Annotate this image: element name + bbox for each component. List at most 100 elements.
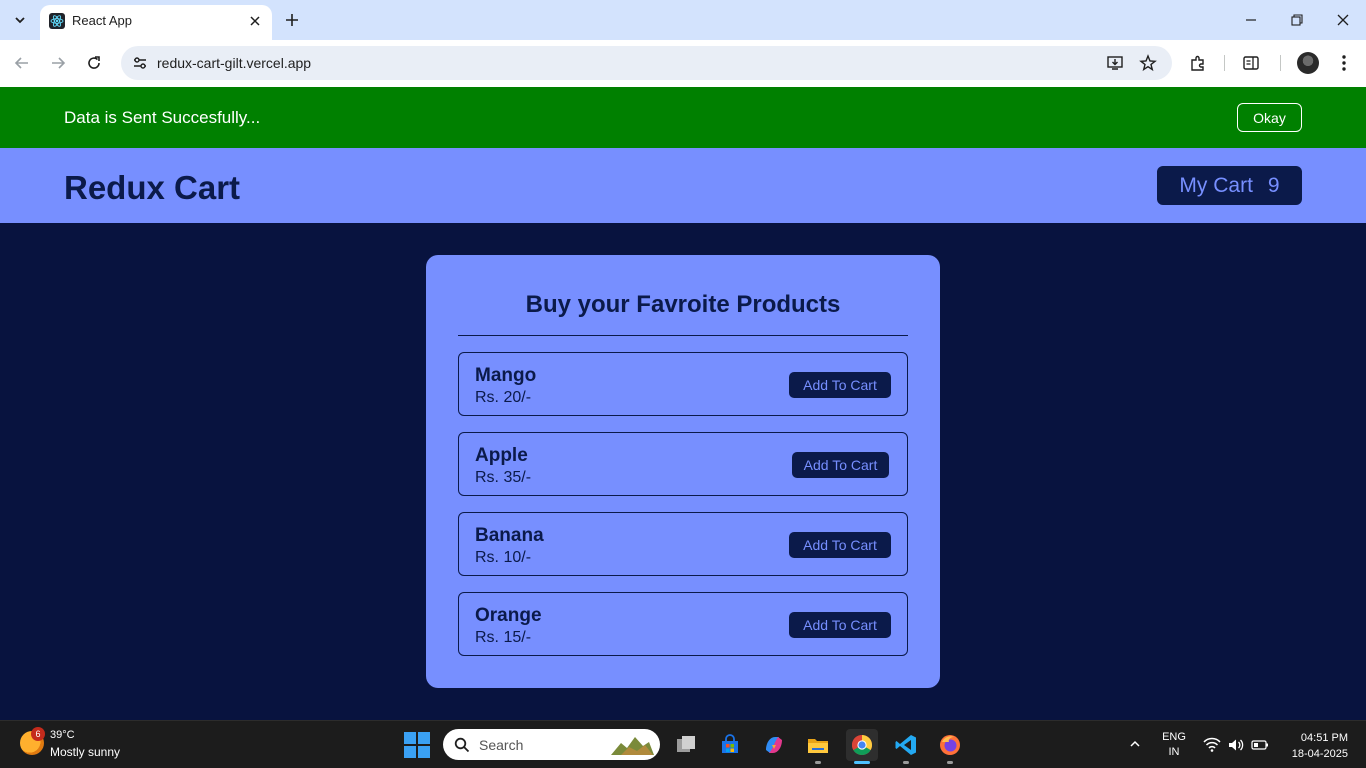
clock-time: 04:51 PM (1300, 732, 1348, 744)
language-code: ENG (1162, 731, 1186, 743)
windows-logo-icon (404, 732, 416, 744)
my-cart-button[interactable]: My Cart 9 (1157, 166, 1302, 205)
product-name: Apple (475, 445, 528, 466)
back-button[interactable] (9, 50, 35, 76)
chrome-icon (852, 735, 872, 755)
add-to-cart-button-orange[interactable]: Add To Cart (789, 612, 891, 638)
install-app-button[interactable] (1103, 51, 1127, 75)
search-placeholder: Search (479, 737, 524, 753)
wifi-status[interactable] (1202, 735, 1222, 755)
app-title: Redux Cart (64, 169, 241, 206)
product-card-orange: Orange Rs. 15/- Add To Cart (458, 592, 908, 656)
battery-status[interactable] (1250, 735, 1270, 755)
close-window-button[interactable] (1328, 6, 1358, 34)
reload-icon (88, 56, 100, 69)
language-indicator[interactable]: ENG IN (1160, 730, 1188, 760)
profile-avatar[interactable] (1297, 52, 1319, 74)
arrow-left-icon (14, 57, 28, 69)
search-icon (453, 736, 471, 754)
product-name: Orange (475, 605, 542, 626)
tab-search-button[interactable] (6, 6, 34, 34)
close-icon (250, 16, 260, 26)
restore-button[interactable] (1282, 6, 1312, 34)
products-heading: Buy your Favroite Products (525, 291, 841, 318)
notification-bar: Data is Sent Succesfully... Okay (0, 87, 1366, 148)
product-name: Banana (475, 525, 544, 546)
product-card-mango: Mango Rs. 20/- Add To Cart (458, 352, 908, 416)
browser-toolbar: redux-cart-gilt.vercel.app (0, 40, 1366, 87)
folder-icon (808, 739, 828, 753)
site-info-button[interactable] (128, 51, 152, 75)
running-indicator (903, 761, 909, 764)
browser-menu-button[interactable] (1331, 50, 1357, 76)
region-code: IN (1168, 746, 1180, 758)
product-price: Rs. 15/- (475, 629, 532, 646)
volume-icon (1229, 739, 1244, 751)
show-hidden-icons-button[interactable] (1126, 735, 1144, 753)
browser-tab-active[interactable]: React App (40, 5, 272, 40)
forward-button[interactable] (45, 50, 71, 76)
address-bar[interactable]: redux-cart-gilt.vercel.app (121, 46, 1172, 80)
minimize-button[interactable] (1236, 6, 1266, 34)
tab-close-button[interactable] (246, 12, 264, 30)
running-indicator (947, 761, 953, 764)
cart-label: My Cart (1179, 173, 1253, 197)
app-header: Redux Cart My Cart 9 (0, 148, 1366, 223)
chrome-taskbar-button[interactable] (846, 729, 878, 761)
tune-icon (134, 57, 146, 69)
copilot-icon (766, 737, 782, 753)
search-highlight-icon (611, 737, 654, 755)
add-to-cart-button-mango[interactable]: Add To Cart (789, 372, 891, 398)
system-clock[interactable]: 04:51 PM 18-04-2025 (1280, 730, 1348, 762)
firefox-button[interactable] (934, 729, 966, 761)
notification-message: Data is Sent Succesfully... (64, 108, 261, 127)
okay-button[interactable]: Okay (1237, 103, 1302, 132)
product-price: Rs. 10/- (475, 549, 532, 566)
extensions-button[interactable] (1185, 50, 1211, 76)
product-price: Rs. 20/- (475, 389, 532, 406)
minimize-icon (1246, 19, 1256, 21)
store-icon (722, 734, 738, 753)
copilot-button[interactable] (758, 729, 790, 761)
volume-status[interactable] (1226, 735, 1246, 755)
chevron-down-icon (15, 17, 25, 24)
heading-divider (458, 335, 908, 336)
microsoft-store-button[interactable] (714, 729, 746, 761)
bookmark-button[interactable] (1136, 51, 1160, 75)
chevron-up-icon (1130, 740, 1140, 747)
start-button[interactable] (404, 732, 430, 758)
toolbar-divider (1224, 55, 1225, 71)
side-panel-icon (1243, 56, 1259, 70)
install-app-icon (1107, 56, 1123, 70)
wifi-icon (1203, 737, 1221, 752)
more-vertical-icon (1342, 55, 1346, 71)
reload-button[interactable] (81, 50, 107, 76)
star-icon (1139, 54, 1157, 72)
tab-title: React App (72, 13, 132, 28)
task-view-button[interactable] (670, 729, 702, 761)
vscode-button[interactable] (890, 729, 922, 761)
cart-count-badge: 9 (1267, 173, 1280, 197)
add-to-cart-button-apple[interactable]: Add To Cart (792, 452, 889, 478)
taskbar: 6 39°C Mostly sunny Search ENG IN 04:51 … (0, 720, 1366, 768)
product-name: Mango (475, 365, 537, 386)
running-indicator (815, 761, 821, 764)
weather-temperature: 39°C (50, 729, 75, 741)
browser-tab-strip: React App (0, 0, 1366, 40)
react-logo-icon (49, 13, 65, 29)
product-price: Rs. 35/- (475, 469, 532, 486)
new-tab-button[interactable] (281, 9, 303, 31)
puzzle-icon (1191, 55, 1204, 71)
add-to-cart-button-banana[interactable]: Add To Cart (789, 532, 891, 558)
task-view-icon (677, 736, 695, 752)
weather-condition: Mostly sunny (50, 745, 121, 759)
battery-icon (1251, 740, 1268, 750)
weather-badge: 6 (31, 727, 45, 741)
active-indicator (854, 761, 870, 764)
taskbar-search[interactable]: Search (443, 729, 660, 760)
reading-list-button[interactable] (1238, 50, 1264, 76)
file-explorer-button[interactable] (802, 729, 834, 761)
arrow-right-icon (52, 57, 66, 69)
restore-icon (1291, 14, 1303, 26)
firefox-icon (940, 735, 960, 755)
